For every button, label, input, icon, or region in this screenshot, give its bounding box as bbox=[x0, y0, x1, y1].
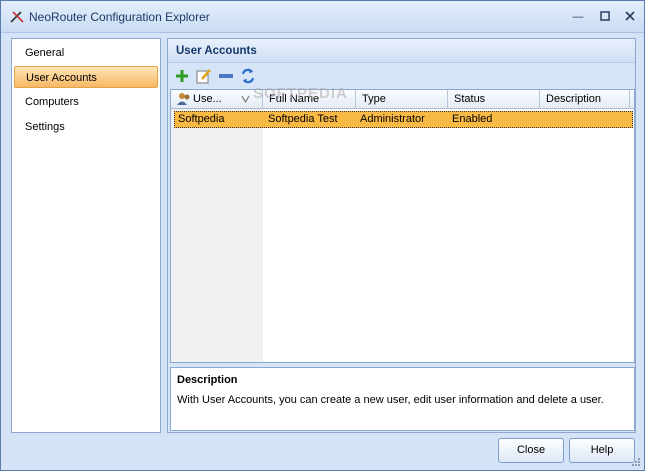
column-header-description[interactable]: Description bbox=[540, 90, 630, 109]
description-title: Description bbox=[177, 374, 238, 386]
delete-user-button[interactable] bbox=[216, 66, 236, 86]
row-selector-column bbox=[171, 109, 263, 362]
resize-grip-icon[interactable] bbox=[631, 457, 641, 467]
cell-status: Enabled bbox=[452, 113, 493, 125]
cell-user: Softpedia bbox=[178, 113, 225, 125]
minimize-button[interactable]: — bbox=[571, 11, 585, 23]
edit-icon bbox=[196, 69, 211, 84]
page-title: User Accounts bbox=[176, 45, 257, 57]
app-icon bbox=[10, 11, 24, 23]
close-button[interactable]: Close bbox=[498, 438, 564, 463]
cell-description bbox=[541, 112, 631, 127]
maximize-icon bbox=[600, 11, 610, 21]
content-panel: User Accounts Use... Full Name Type Stat… bbox=[167, 38, 636, 433]
close-window-button[interactable] bbox=[623, 11, 637, 23]
table-row[interactable]: Softpedia Softpedia Test Administrator E… bbox=[174, 111, 633, 128]
users-icon bbox=[177, 93, 190, 105]
column-header-status[interactable]: Status bbox=[448, 90, 540, 109]
edit-user-button[interactable] bbox=[194, 66, 214, 86]
watermark: SOFTPEDIA bbox=[253, 85, 348, 102]
title-bar[interactable]: NeoRouter Configuration Explorer — bbox=[1, 1, 644, 33]
cell-type: Administrator bbox=[360, 113, 425, 125]
add-user-button[interactable] bbox=[172, 66, 192, 86]
nav-item-user-accounts[interactable]: User Accounts bbox=[14, 66, 158, 88]
content-header: User Accounts bbox=[168, 39, 635, 63]
user-accounts-table: Use... Full Name Type Status Description… bbox=[170, 89, 635, 363]
nav-item-computers[interactable]: Computers bbox=[14, 91, 158, 113]
nav-item-general[interactable]: General bbox=[14, 42, 158, 64]
refresh-button[interactable] bbox=[238, 66, 258, 86]
nav-item-settings[interactable]: Settings bbox=[14, 116, 158, 138]
close-icon bbox=[625, 11, 635, 21]
window-title: NeoRouter Configuration Explorer bbox=[29, 10, 210, 24]
maximize-button[interactable] bbox=[598, 11, 612, 23]
navigation-panel: General User Accounts Computers Settings bbox=[11, 38, 161, 433]
refresh-icon bbox=[241, 68, 255, 84]
add-icon bbox=[176, 70, 188, 82]
description-text: With User Accounts, you can create a new… bbox=[177, 394, 604, 406]
main-window: NeoRouter Configuration Explorer — Gener… bbox=[0, 0, 645, 471]
remove-icon bbox=[219, 74, 233, 78]
cell-full-name: Softpedia Test bbox=[268, 113, 338, 125]
help-button[interactable]: Help bbox=[569, 438, 635, 463]
column-label-user: Use... bbox=[193, 93, 222, 105]
description-box: Description With User Accounts, you can … bbox=[170, 367, 635, 431]
column-header-type[interactable]: Type bbox=[356, 90, 448, 109]
sort-arrow-icon bbox=[241, 95, 250, 104]
column-header-user[interactable]: Use... bbox=[171, 90, 263, 109]
table-header: Use... Full Name Type Status Description bbox=[171, 90, 634, 109]
